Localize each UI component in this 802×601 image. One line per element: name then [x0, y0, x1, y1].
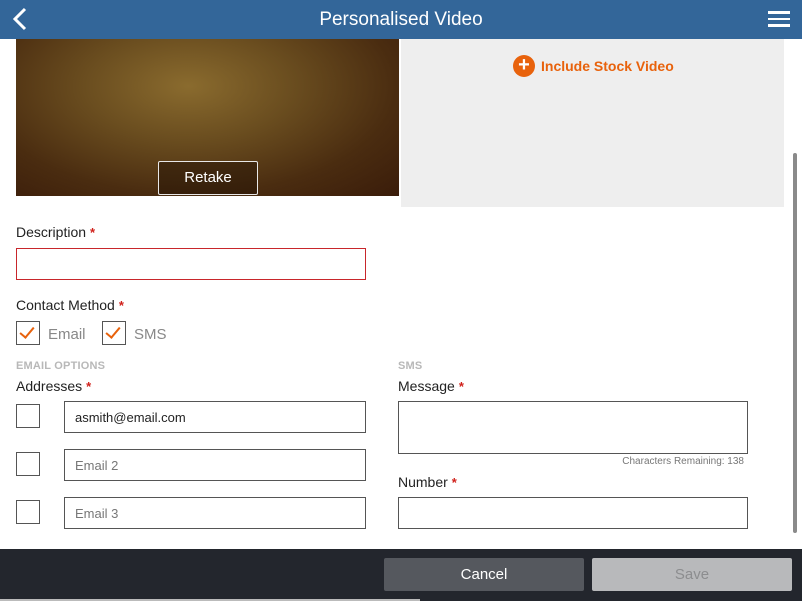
hamburger-menu-icon [768, 11, 790, 14]
app-header: Personalised Video [0, 0, 802, 39]
include-stock-video-label: Include Stock Video [541, 58, 674, 74]
stock-video-panel: + Include Stock Video [401, 39, 784, 207]
required-marker: * [451, 475, 457, 490]
scrollbar[interactable] [793, 153, 797, 533]
checkmark-icon [19, 323, 35, 339]
page-title: Personalised Video [319, 9, 483, 30]
message-label: Message * [398, 378, 464, 394]
email-checkbox[interactable] [16, 321, 40, 345]
sms-checkbox[interactable] [102, 321, 126, 345]
email-1-input[interactable] [64, 401, 366, 433]
email-2-input[interactable] [64, 449, 366, 481]
required-marker: * [458, 379, 464, 394]
email-1-checkbox[interactable] [16, 404, 40, 428]
contact-method-label: Contact Method * [16, 297, 124, 313]
required-marker: * [86, 379, 92, 394]
email-2-checkbox[interactable] [16, 452, 40, 476]
footer-bar: Cancel Save [0, 549, 802, 601]
email-options-heading: EMAIL OPTIONS [16, 360, 106, 372]
save-button[interactable]: Save [592, 558, 792, 591]
sms-checkbox-label: SMS [134, 326, 167, 343]
cancel-button[interactable]: Cancel [384, 558, 584, 591]
number-input[interactable] [398, 497, 748, 529]
checkmark-icon [105, 323, 121, 339]
description-label: Description * [16, 224, 96, 240]
email-3-input[interactable] [64, 497, 366, 529]
characters-remaining: Characters Remaining: 138 [622, 456, 744, 467]
email-checkbox-label: Email [48, 326, 86, 343]
plus-circle-icon: + [513, 55, 535, 77]
hamburger-menu-button[interactable] [766, 8, 792, 32]
sms-heading: SMS [398, 360, 423, 372]
addresses-label: Addresses * [16, 378, 92, 394]
message-textarea[interactable] [398, 401, 748, 454]
required-marker: * [118, 298, 124, 313]
description-input[interactable] [16, 248, 366, 280]
required-marker: * [90, 225, 96, 240]
include-stock-video-button[interactable]: + Include Stock Video [513, 55, 674, 77]
retake-button[interactable]: Retake [158, 161, 258, 195]
email-3-checkbox[interactable] [16, 500, 40, 524]
number-label: Number * [398, 474, 457, 490]
